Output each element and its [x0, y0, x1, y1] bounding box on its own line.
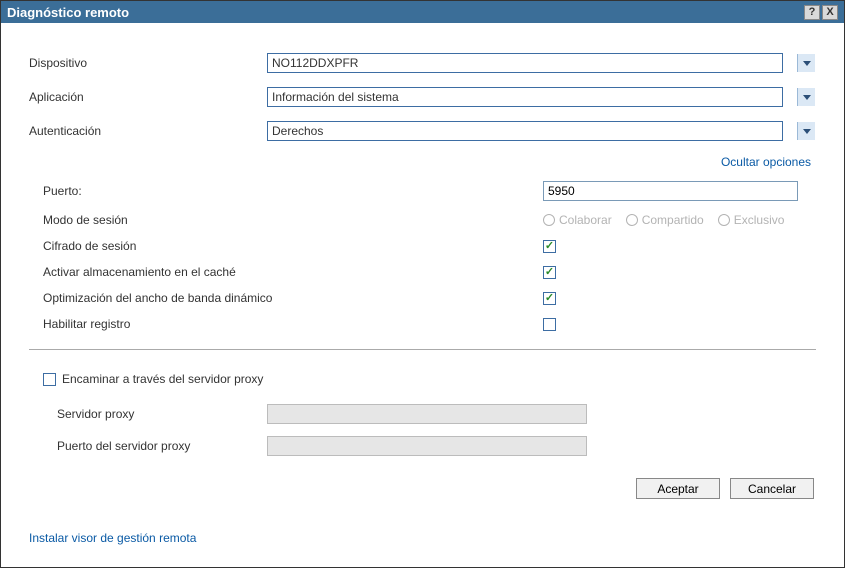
proxy-port-input [267, 436, 587, 456]
auth-select[interactable]: Derechos [267, 121, 783, 141]
close-icon[interactable]: X [822, 5, 838, 20]
chevron-down-icon [797, 54, 815, 72]
titlebar: Diagnóstico remoto ? X [1, 1, 844, 23]
encryption-label: Cifrado de sesión [43, 239, 543, 253]
proxy-server-label: Servidor proxy [57, 407, 267, 421]
radio-shared: Compartido [626, 213, 704, 227]
caching-checkbox[interactable] [543, 266, 556, 279]
session-mode-radios: Colaborar Compartido Exclusivo [543, 213, 784, 227]
window-title: Diagnóstico remoto [7, 5, 129, 20]
help-icon[interactable]: ? [804, 5, 820, 20]
divider [29, 349, 816, 350]
bandwidth-label: Optimización del ancho de banda dinámico [43, 291, 543, 305]
session-mode-label: Modo de sesión [43, 213, 543, 227]
port-label: Puerto: [43, 184, 543, 198]
proxy-route-checkbox[interactable] [43, 373, 56, 386]
proxy-port-label: Puerto del servidor proxy [57, 439, 267, 453]
caching-label: Activar almacenamiento en el caché [43, 265, 543, 279]
device-label: Dispositivo [29, 56, 267, 70]
cancel-button[interactable]: Cancelar [730, 478, 814, 499]
bandwidth-checkbox[interactable] [543, 292, 556, 305]
encryption-checkbox[interactable] [543, 240, 556, 253]
proxy-route-label: Encaminar a través del servidor proxy [62, 372, 263, 386]
auth-label: Autenticación [29, 124, 267, 138]
device-select[interactable]: NO112DDXPFR [267, 53, 783, 73]
titlebar-controls: ? X [804, 5, 838, 20]
radio-icon [626, 214, 638, 226]
radio-icon [718, 214, 730, 226]
dialog-content: Dispositivo NO112DDXPFR Aplicación Infor… [1, 23, 844, 567]
application-label: Aplicación [29, 90, 267, 104]
chevron-down-icon [797, 88, 815, 106]
logging-label: Habilitar registro [43, 317, 543, 331]
hide-options-link[interactable]: Ocultar opciones [721, 155, 811, 169]
radio-icon [543, 214, 555, 226]
dialog-window: Diagnóstico remoto ? X Dispositivo NO112… [0, 0, 845, 568]
logging-checkbox[interactable] [543, 318, 556, 331]
chevron-down-icon [797, 122, 815, 140]
port-input[interactable] [543, 181, 798, 201]
install-viewer-link[interactable]: Instalar visor de gestión remota [29, 531, 196, 545]
application-select[interactable]: Información del sistema [267, 87, 783, 107]
accept-button[interactable]: Aceptar [636, 478, 720, 499]
proxy-server-input [267, 404, 587, 424]
radio-exclusive: Exclusivo [718, 213, 785, 227]
radio-collaborate: Colaborar [543, 213, 612, 227]
